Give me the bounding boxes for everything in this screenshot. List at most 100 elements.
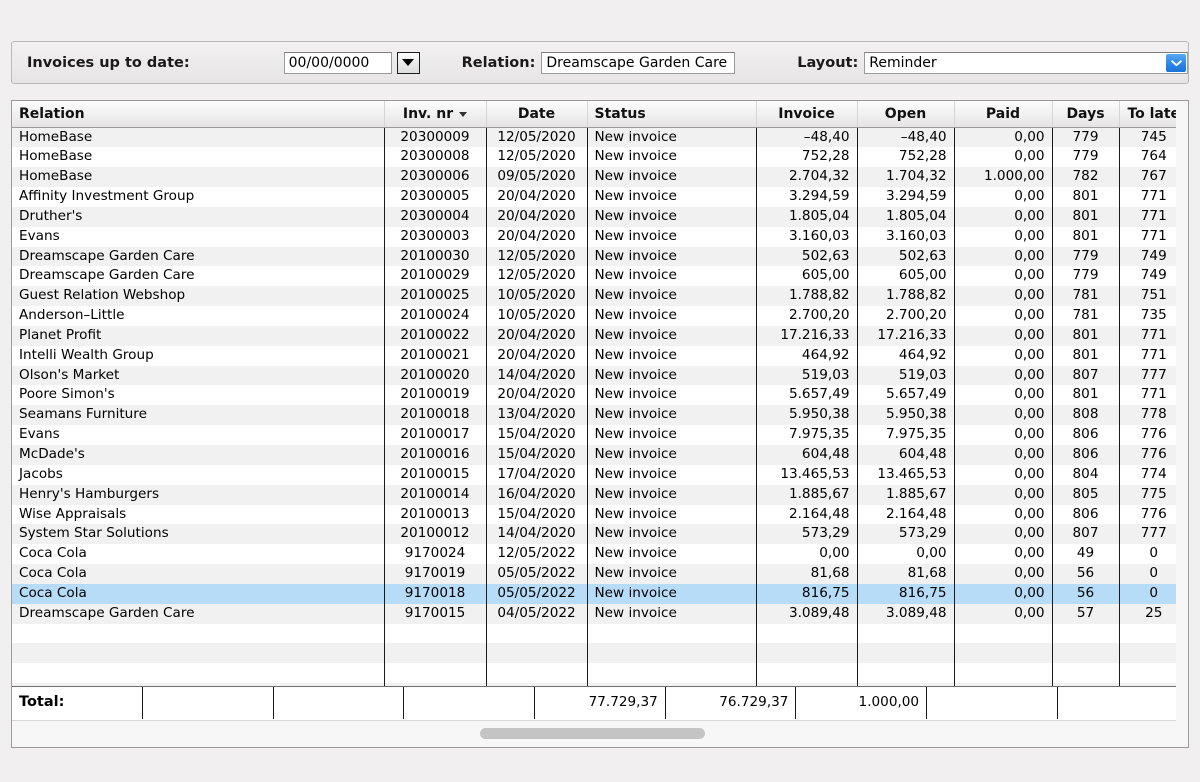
cell-status: New invoice: [587, 583, 757, 604]
cell-paid: 0,00: [954, 127, 1053, 148]
table-row[interactable]: Guest Relation Webshop 20100025 10/05/2020…: [12, 286, 1188, 307]
table-row[interactable]: [12, 623, 1188, 644]
totals-date: [273, 687, 405, 719]
cell-status: New invoice: [587, 167, 757, 188]
cell-invoice: 1.805,04: [756, 206, 858, 227]
table-row[interactable]: Coca Cola 9170018 05/05/2022 New invoice 816…: [12, 583, 1188, 604]
table-row[interactable]: HomeBase 20300006 09/05/2020 New invoice 2.7…: [12, 167, 1188, 188]
table-row[interactable]: Dreamscape Garden Care 20100029 12/05/2020…: [12, 266, 1188, 287]
cell-invoice: [756, 623, 858, 644]
cell-inv-nr: 20100014: [384, 484, 487, 505]
cell-invoice: 604,48: [756, 445, 858, 465]
cell-inv-nr: 20300006: [384, 167, 487, 188]
cell-invoice: 13.465,53: [756, 464, 858, 485]
cell-date: 14/04/2020: [486, 365, 588, 386]
cell-open: 13.465,53: [857, 464, 955, 485]
cell-open: 17.216,33: [857, 325, 955, 346]
cell-status: New invoice: [587, 385, 757, 406]
table-row[interactable]: Dreamscape Garden Care 9170015 04/05/2022 N…: [12, 603, 1188, 624]
relation-input[interactable]: Dreamscape Garden Care: [541, 51, 736, 74]
cell-inv-nr: 20300009: [384, 127, 487, 148]
cell-inv-nr: 20100015: [384, 464, 487, 485]
cell-status: New invoice: [587, 226, 757, 247]
cell-invoice: 5.950,38: [756, 405, 858, 426]
cell-inv-nr: 20300003: [384, 226, 487, 247]
cell-paid: 0,00: [954, 464, 1053, 485]
cell-paid: 0,00: [954, 345, 1053, 366]
cell-days: 801: [1052, 325, 1120, 346]
table-row[interactable]: Evans 20100017 15/04/2020 New invoice 7.975,…: [12, 425, 1188, 445]
cell-inv-nr: 20100030: [384, 246, 487, 267]
cell-invoice: 1.788,82: [756, 286, 858, 307]
table-row[interactable]: System Star Solutions 20100012 14/04/2020 N…: [12, 524, 1188, 545]
invoices-up-to-date-label: Invoices up to date:: [27, 54, 190, 71]
table-row[interactable]: Druther's 20300004 20/04/2020 New invoice 1.…: [12, 206, 1188, 227]
cell-date: 20/04/2020: [486, 345, 588, 366]
cell-inv-nr: 20100018: [384, 405, 487, 426]
cell-paid: 0,00: [954, 266, 1053, 287]
invoices-up-to-date-input[interactable]: 00/00/0000: [283, 51, 392, 74]
table-row[interactable]: HomeBase 20300008 12/05/2020 New invoice 752…: [12, 147, 1188, 168]
cell-relation: Dreamscape Garden Care: [12, 266, 385, 287]
layout-selected-value: Reminder: [869, 54, 937, 71]
column-header-invoice[interactable]: Invoice: [756, 101, 858, 128]
totals-to-late: [1057, 687, 1188, 719]
table-row[interactable]: Evans 20300003 20/04/2020 New invoice 3.160,…: [12, 226, 1188, 247]
cell-invoice: 573,29: [756, 524, 858, 545]
cell-days: 779: [1052, 246, 1120, 267]
cell-paid: [954, 623, 1053, 644]
invoice-table: Relation Inv. nr Date Status Invoice Ope…: [12, 101, 1188, 703]
table-row[interactable]: Jacobs 20100015 17/04/2020 New invoice 13.46…: [12, 464, 1188, 485]
cell-invoice: 0,00: [756, 544, 858, 565]
cell-date: 20/04/2020: [486, 385, 588, 406]
layout-select[interactable]: Reminder: [864, 51, 1188, 74]
cell-date: 04/05/2022: [486, 603, 588, 624]
column-header-days[interactable]: Days: [1052, 101, 1120, 128]
table-row[interactable]: Henry's Hamburgers 20100014 16/04/2020 New …: [12, 484, 1188, 505]
cell-date: 12/05/2020: [486, 246, 588, 267]
table-row[interactable]: [12, 663, 1188, 684]
cell-open: 3.294,59: [857, 187, 955, 207]
column-header-status-label: Status: [594, 105, 646, 122]
table-row[interactable]: Coca Cola 9170024 12/05/2022 New invoice 0,0…: [12, 544, 1188, 565]
cell-days: 805: [1052, 484, 1120, 505]
cell-relation: Druther's: [12, 206, 385, 227]
cell-paid: 0,00: [954, 564, 1053, 584]
cell-relation: Intelli Wealth Group: [12, 345, 385, 366]
table-row[interactable]: Anderson–Little 20100024 10/05/2020 New inv…: [12, 306, 1188, 326]
column-header-status[interactable]: Status: [587, 101, 757, 128]
cell-status: [587, 643, 757, 664]
column-header-open[interactable]: Open: [857, 101, 955, 128]
header-row: Relation Inv. nr Date Status Invoice Ope…: [12, 101, 1188, 128]
invoice-table-header: Relation Inv. nr Date Status Invoice Ope…: [12, 101, 1188, 128]
table-row[interactable]: McDade's 20100016 15/04/2020 New invoice 604…: [12, 445, 1188, 465]
column-header-paid[interactable]: Paid: [954, 101, 1053, 128]
table-row[interactable]: [12, 643, 1188, 664]
chevron-down-icon: [1170, 59, 1182, 66]
table-row[interactable]: Wise Appraisals 20100013 15/04/2020 New inv…: [12, 504, 1188, 525]
cell-days: 801: [1052, 385, 1120, 406]
column-header-inv-nr[interactable]: Inv. nr: [384, 101, 487, 128]
cell-invoice: [756, 663, 858, 684]
table-row[interactable]: Planet Profit 20100022 20/04/2020 New invoi…: [12, 325, 1188, 346]
cell-inv-nr: 9170015: [384, 603, 487, 624]
table-row[interactable]: Poore Simon's 20100019 20/04/2020 New invoi…: [12, 385, 1188, 406]
table-row[interactable]: Affinity Investment Group 20300005 20/04/2…: [12, 187, 1188, 207]
table-row[interactable]: Olson's Market 20100020 14/04/2020 New invo…: [12, 365, 1188, 386]
table-row[interactable]: Seamans Furniture 20100018 13/04/2020 New i…: [12, 405, 1188, 426]
cell-inv-nr: 20100022: [384, 325, 487, 346]
column-header-relation[interactable]: Relation: [12, 101, 385, 128]
table-row[interactable]: Intelli Wealth Group 20100021 20/04/2020 Ne…: [12, 345, 1188, 366]
layout-dropdown-button[interactable]: [1166, 53, 1186, 72]
cell-status: [587, 663, 757, 684]
vertical-scroll-gutter[interactable]: [1176, 101, 1188, 747]
horizontal-scrollbar-thumb[interactable]: [480, 728, 705, 739]
horizontal-scrollbar[interactable]: [12, 720, 1188, 747]
table-row[interactable]: Dreamscape Garden Care 20100030 12/05/2020…: [12, 246, 1188, 267]
column-header-date[interactable]: Date: [486, 101, 588, 128]
table-row[interactable]: Coca Cola 9170019 05/05/2022 New invoice 81,…: [12, 564, 1188, 584]
cell-status: New invoice: [587, 484, 757, 505]
date-dropdown-button[interactable]: [396, 51, 420, 74]
table-row[interactable]: HomeBase 20300009 12/05/2020 New invoice –48…: [12, 127, 1188, 148]
cell-open: [857, 623, 955, 644]
